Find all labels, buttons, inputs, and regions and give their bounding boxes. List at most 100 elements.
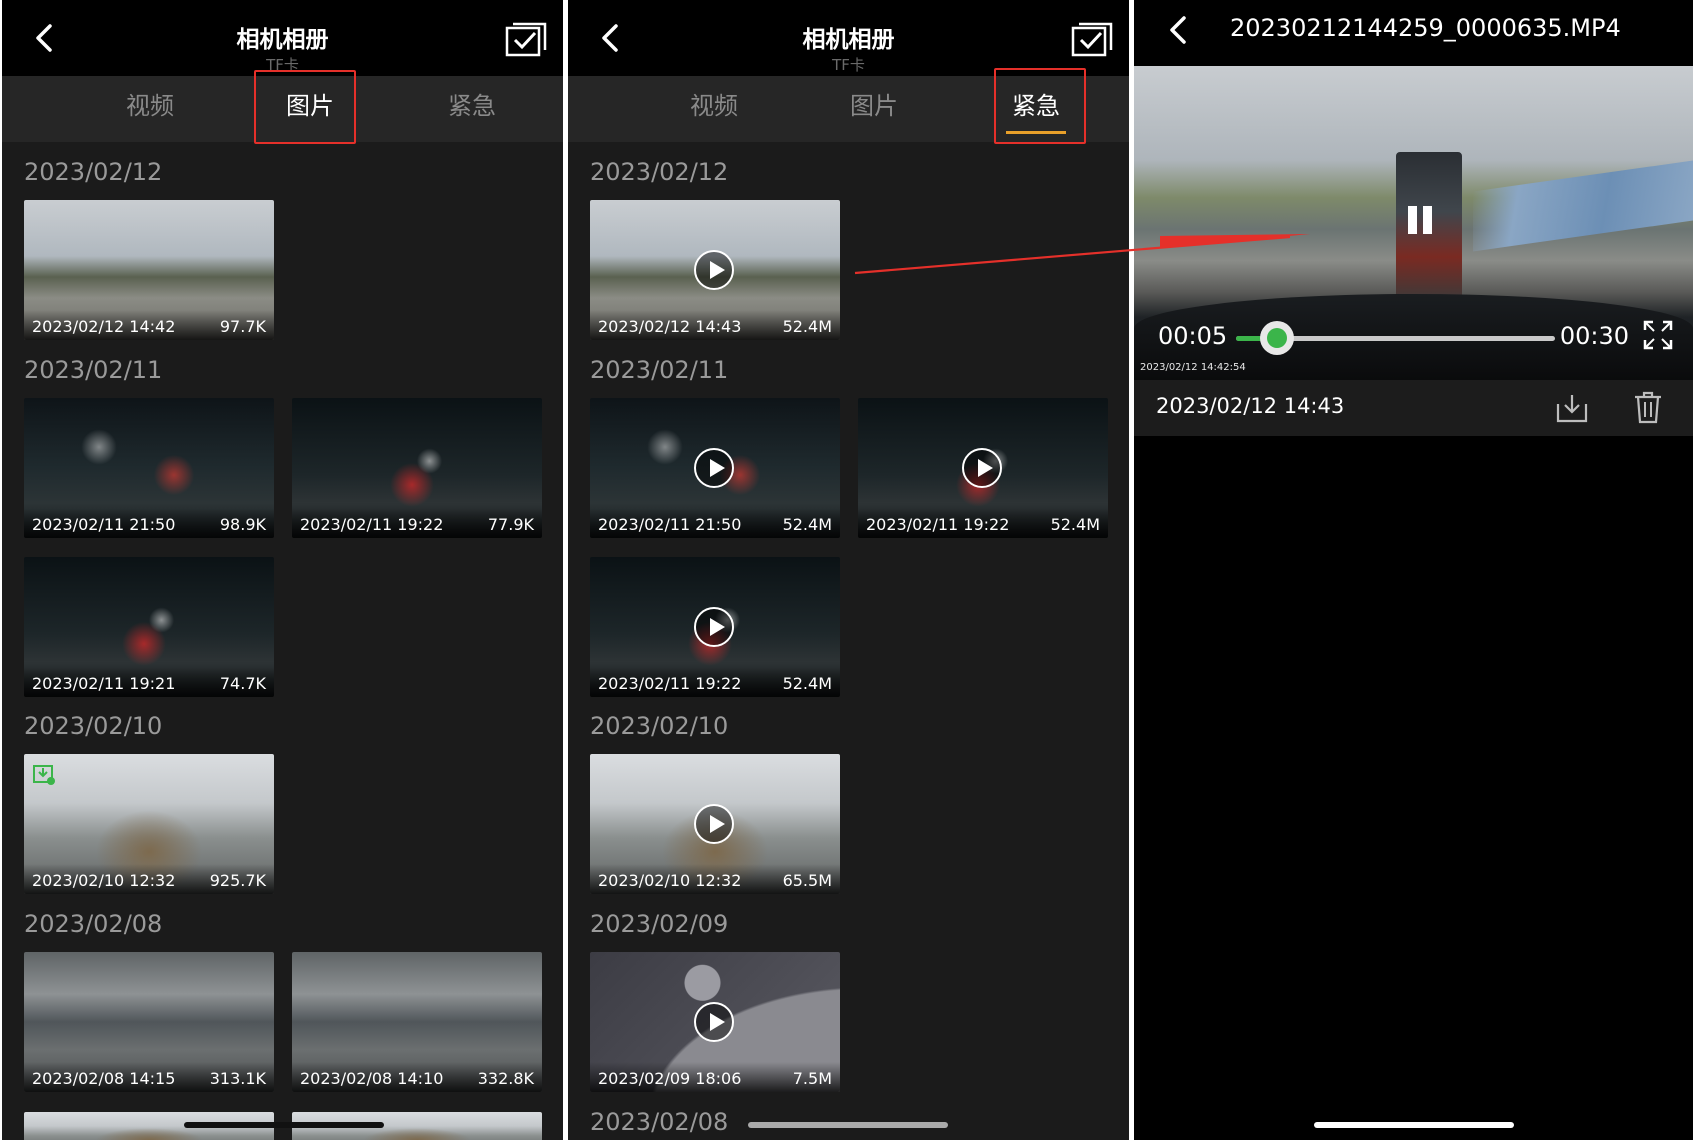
play-icon[interactable]	[694, 1002, 734, 1042]
thumbnail-size: 313.1K	[209, 1069, 266, 1088]
thumbnail-date: 2023/02/10 12:32	[598, 871, 742, 890]
progress-slider[interactable]	[1236, 321, 1555, 355]
thumbnail[interactable]: 2023/02/11 19:21 74.7K	[24, 557, 274, 697]
header: 20230212144259_0000635.MP4	[1134, 0, 1693, 66]
album-panel-pictures: 相机相册 TF卡 视频 图片 紧急 2023/02/12 2023/02/12 …	[2, 0, 563, 1140]
page-title: 相机相册	[236, 27, 329, 53]
group-date: 2023/02/11	[24, 356, 163, 384]
thumbnail[interactable]: 2023/02/11 19:22 77.9K	[292, 398, 542, 538]
tab-label: 图片	[850, 92, 898, 120]
header: 相机相册 TF卡	[568, 0, 1129, 76]
back-icon[interactable]	[1162, 12, 1198, 48]
thumbnail[interactable]: 2023/02/11 21:50 98.9K	[24, 398, 274, 538]
select-all-icon[interactable]	[505, 22, 547, 58]
thumbnail-date: 2023/02/11 19:22	[866, 515, 1010, 534]
home-indicator	[748, 1122, 948, 1128]
thumbnail-size: 52.4M	[1050, 515, 1100, 534]
page-title: 相机相册	[802, 27, 895, 53]
tab-videos[interactable]: 视频	[90, 76, 210, 142]
thumbnail-size: 52.4M	[782, 674, 832, 693]
file-info-bar: 2023/02/12 14:43	[1134, 380, 1693, 436]
tab-emergency[interactable]: 紧急	[412, 76, 532, 142]
tab-videos[interactable]: 视频	[654, 76, 774, 142]
thumbnail-size: 925.7K	[209, 871, 266, 890]
thumbnail-list[interactable]: 2023/02/12 2023/02/12 14:42 97.7K 2023/0…	[2, 142, 563, 1140]
video-thumbnail[interactable]: 2023/02/10 12:32 65.5M	[590, 754, 840, 894]
thumbnail[interactable]: 2023/02/08 14:10 332.8K	[292, 952, 542, 1092]
current-time: 00:05	[1158, 322, 1228, 350]
group-date: 2023/02/11	[590, 356, 729, 384]
thumbnail-size: 52.4M	[782, 317, 832, 336]
thumbnail-date: 2023/02/12 14:42	[32, 317, 176, 336]
pause-icon[interactable]	[1402, 202, 1438, 238]
download-icon[interactable]	[1555, 392, 1589, 424]
thumbnail-size: 77.9K	[487, 515, 534, 534]
file-date: 2023/02/12 14:43	[1156, 394, 1345, 418]
thumbnail[interactable]: 2023/02/08 14:15 313.1K	[24, 952, 274, 1092]
thumbnail[interactable]: 2023/02/12 14:42 97.7K	[24, 200, 274, 340]
progress-handle[interactable]	[1259, 321, 1294, 355]
thumbnail-size: 74.7K	[219, 674, 266, 693]
fullscreen-icon[interactable]	[1643, 320, 1673, 350]
page-subtitle: TF卡	[832, 56, 865, 74]
page-subtitle: TF卡	[266, 56, 299, 74]
thumbnail-size: 98.9K	[219, 515, 266, 534]
thumbnail-date: 2023/02/08 14:10	[300, 1069, 444, 1088]
tab-label: 紧急	[448, 92, 496, 120]
tab-label: 视频	[126, 92, 174, 120]
thumbnail-date: 2023/02/12 14:43	[598, 317, 742, 336]
thumbnail-size: 7.5M	[792, 1069, 832, 1088]
tab-bar: 视频 图片 紧急	[568, 76, 1129, 142]
play-icon[interactable]	[694, 607, 734, 647]
video-thumbnail[interactable]: 2023/02/09 18:06 7.5M	[590, 952, 840, 1092]
home-indicator	[1314, 1122, 1514, 1128]
play-icon[interactable]	[694, 448, 734, 488]
thumbnail-size: 332.8K	[477, 1069, 534, 1088]
thumbnail-size: 65.5M	[782, 871, 832, 890]
thumbnail-size: 52.4M	[782, 515, 832, 534]
osd-timestamp: 2023/02/12 14:42:54	[1140, 362, 1246, 373]
video-thumbnail[interactable]: 2023/02/11 19:22 52.4M	[590, 557, 840, 697]
guardrail	[1473, 160, 1693, 252]
thumbnail-date: 2023/02/11 19:22	[300, 515, 444, 534]
tab-bar: 视频 图片 紧急	[2, 76, 563, 142]
thumbnail-date: 2023/02/11 19:21	[32, 674, 176, 693]
thumbnail-size: 97.7K	[219, 317, 266, 336]
tab-pictures[interactable]: 图片	[250, 76, 370, 142]
downloaded-badge-icon	[33, 765, 55, 785]
play-icon[interactable]	[694, 804, 734, 844]
tab-emergency[interactable]: 紧急	[976, 76, 1096, 142]
group-date: 2023/02/12	[590, 158, 729, 186]
group-date: 2023/02/10	[590, 712, 729, 740]
group-date: 2023/02/08	[590, 1108, 729, 1136]
tab-label: 视频	[690, 92, 738, 120]
tab-pictures[interactable]: 图片	[814, 76, 934, 142]
thumbnail[interactable]: 2023/02/10 12:32 925.7K	[24, 754, 274, 894]
delete-icon[interactable]	[1633, 390, 1663, 424]
home-indicator	[184, 1122, 384, 1128]
thumbnail-date: 2023/02/10 12:32	[32, 871, 176, 890]
thumbnail-date: 2023/02/09 18:06	[598, 1069, 742, 1088]
play-icon[interactable]	[962, 448, 1002, 488]
video-thumbnail[interactable]: 2023/02/11 19:22 52.4M	[858, 398, 1108, 538]
video-view[interactable]: 00:05 00:30 2023/02/12 14:42:54	[1134, 66, 1693, 380]
total-time: 00:30	[1559, 322, 1629, 350]
video-thumbnail[interactable]: 2023/02/12 14:43 52.4M	[590, 200, 840, 340]
album-panel-emergency: 相机相册 TF卡 视频 图片 紧急 2023/02/12 2023/02/12 …	[568, 0, 1129, 1140]
video-player-panel: 20230212144259_0000635.MP4 00:05 00:30 2…	[1134, 0, 1693, 1140]
thumbnail-list[interactable]: 2023/02/12 2023/02/12 14:43 52.4M 2023/0…	[568, 142, 1129, 1140]
group-date: 2023/02/12	[24, 158, 163, 186]
group-date: 2023/02/10	[24, 712, 163, 740]
thumbnail-date: 2023/02/11 21:50	[598, 515, 742, 534]
play-icon[interactable]	[694, 250, 734, 290]
tab-label: 图片	[286, 92, 334, 120]
thumbnail-date: 2023/02/11 19:22	[598, 674, 742, 693]
thumbnail-date: 2023/02/11 21:50	[32, 515, 176, 534]
video-thumbnail[interactable]: 2023/02/11 21:50 52.4M	[590, 398, 840, 538]
header: 相机相册 TF卡	[2, 0, 563, 76]
tab-label: 紧急	[1012, 92, 1060, 120]
select-all-icon[interactable]	[1071, 22, 1113, 58]
video-filename: 20230212144259_0000635.MP4	[1230, 14, 1621, 42]
group-date: 2023/02/08	[24, 910, 163, 938]
thumbnail-date: 2023/02/08 14:15	[32, 1069, 176, 1088]
